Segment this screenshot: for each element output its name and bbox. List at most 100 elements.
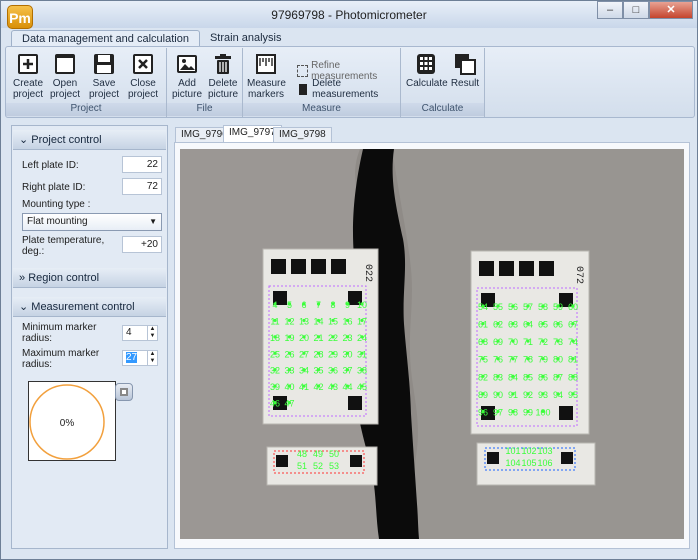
left-plate-bottom-marker — [276, 455, 288, 467]
right-plate-marker-label: 88 — [568, 372, 578, 382]
stop-icon — [120, 388, 128, 396]
right-plate-marker-label: 57 — [523, 302, 533, 312]
left-plate-marker-label: 39 — [270, 382, 280, 392]
left-plate-marker-label: 37 — [342, 366, 352, 376]
left-plate-bottom-label: 52 — [313, 461, 323, 471]
right-plate-marker-label: 78 — [523, 355, 533, 365]
left-plate-marker-label: 34 — [299, 366, 309, 376]
right-plate-marker-label: 83 — [493, 372, 503, 382]
region-control-header[interactable]: » Region control — [13, 268, 166, 288]
right-plate-marker-label: 82 — [478, 372, 488, 382]
right-plate-marker-label: 63 — [508, 320, 518, 330]
project-group: Create project Open project Save project… — [6, 48, 167, 117]
tab-strain-analysis[interactable]: Strain analysis — [200, 30, 292, 47]
left-plate-bottom-label: 53 — [329, 461, 339, 471]
left-plate-field[interactable]: 22 — [122, 156, 162, 173]
max-radius-spinner[interactable]: 27 ▲ ▼ — [122, 350, 158, 366]
close-button[interactable]: ✕ — [649, 1, 693, 19]
left-plate-marker-label: 38 — [357, 366, 367, 376]
open-project-label: Open project — [49, 78, 80, 100]
left-plate-marker-label: 25 — [270, 349, 280, 359]
image-viewer: IMG_9796 IMG_9797 IMG_9798 022 4 5 6 7 8 9 10 11… — [173, 125, 693, 550]
add-picture-button[interactable]: Add picture — [170, 52, 204, 100]
right-plate-marker-label: 66 — [553, 320, 563, 330]
left-plate-marker-label: 9 — [345, 300, 350, 310]
left-plate-marker-label: 45 — [357, 382, 367, 392]
measure-group: Measure markers Refine measurements Dele… — [243, 48, 401, 117]
measurement-control-title: Measurement control — [31, 301, 135, 313]
right-plate-marker-label: 80 — [553, 355, 563, 365]
min-radius-spinner[interactable]: 4 ▲ ▼ — [122, 325, 158, 341]
left-plate-id: 022 — [362, 264, 373, 282]
right-plate-marker-label: 60 — [568, 302, 578, 312]
left-plate-marker-label: 22 — [328, 333, 338, 343]
spinner-arrows-icon[interactable]: ▲ ▼ — [147, 351, 157, 365]
left-plate-marker-label: 16 — [342, 316, 352, 326]
open-project-button[interactable]: Open project — [48, 52, 82, 100]
left-plate-marker-label: 14 — [313, 316, 323, 326]
photo-canvas[interactable]: 0224 5 6 7 8 9 1011 12 13 14 15 16 1718 19 20 21 22 23 242… — [180, 149, 684, 539]
left-plate-top-marker — [311, 259, 326, 274]
left-plate-marker-label: 13 — [299, 316, 309, 326]
delete-picture-button[interactable]: Delete picture — [206, 52, 240, 100]
dropdown-arrow-icon: ▼ — [149, 217, 157, 226]
left-plate-marker-label: 10 — [357, 300, 367, 310]
save-project-button[interactable]: Save project — [87, 52, 121, 100]
close-project-button[interactable]: Close project — [126, 52, 160, 100]
left-plate-marker-label: 29 — [328, 349, 338, 359]
left-plate-marker-label: 21 — [313, 333, 323, 343]
left-plate-marker-label: 11 — [270, 316, 279, 326]
right-plate-bottom-label: 106 — [537, 458, 552, 468]
image-tab-9798[interactable]: IMG_9798 — [273, 127, 332, 143]
delete-measurements-button[interactable]: Delete measurements — [297, 78, 400, 100]
progress-box: 0% — [28, 381, 116, 461]
temperature-field[interactable]: +20 — [122, 236, 162, 253]
right-plate-bottom-label: 102 — [521, 446, 536, 456]
right-plate-marker-label: 100 — [535, 407, 550, 417]
left-plate-marker-label: 35 — [313, 366, 323, 376]
result-label: Result — [450, 78, 480, 89]
right-plate-marker-label: 67 — [568, 320, 578, 330]
stop-button[interactable] — [115, 383, 133, 401]
result-button[interactable]: Result — [448, 52, 482, 89]
right-plate-bottom-label: 104 — [505, 458, 520, 468]
left-plate-top-marker — [331, 259, 346, 274]
right-plate-bottom-marker — [487, 452, 499, 464]
left-plate-bottom-label: 51 — [297, 461, 307, 471]
result-icon — [455, 54, 476, 75]
right-plate-id: 072 — [573, 266, 584, 284]
left-plate-marker-label: 41 — [299, 382, 309, 392]
measurement-control-header[interactable]: ⌄ Measurement control — [13, 297, 166, 317]
right-plate-marker-label: 86 — [538, 372, 548, 382]
project-control-header[interactable]: ⌄ Project control — [13, 130, 166, 150]
left-plate-marker-label: 36 — [328, 366, 338, 376]
create-project-button[interactable]: Create project — [11, 52, 45, 100]
add-picture-icon — [177, 55, 197, 73]
spinner-arrows-icon[interactable]: ▲ ▼ — [147, 326, 157, 340]
window-title: 97969798 - Photomicrometer — [271, 8, 427, 22]
left-plate-bottom-label: 50 — [329, 449, 339, 459]
right-plate-marker-label: 72 — [538, 337, 548, 347]
add-picture-label: Add picture — [171, 78, 202, 100]
left-plate-marker-label: 40 — [284, 382, 294, 392]
left-plate-marker-label: 17 — [357, 316, 367, 326]
right-plate-marker-label: 97 — [493, 407, 503, 417]
left-plate-marker-label: 5 — [287, 300, 292, 310]
progress-text: 0% — [60, 418, 75, 429]
calculate-label: Calculate — [406, 78, 448, 89]
tab-data-management[interactable]: Data management and calculation — [11, 30, 200, 47]
calculate-button[interactable]: Calculate — [406, 52, 448, 89]
measure-markers-button[interactable]: Measure markers — [247, 52, 286, 100]
right-plate-marker-label: 94 — [553, 390, 563, 400]
right-plate-marker-label: 62 — [493, 320, 503, 330]
maximize-button[interactable]: □ — [623, 1, 649, 19]
ribbon-tabs: Data management and calculation Strain a… — [11, 30, 292, 47]
right-plate-marker-label: 79 — [538, 355, 548, 365]
mounting-type-select[interactable]: Flat mounting ▼ — [22, 213, 162, 231]
right-plate-field[interactable]: 72 — [122, 178, 162, 195]
left-plate-label: Left plate ID: — [22, 160, 79, 171]
save-project-icon — [94, 54, 114, 74]
right-plate-top-marker — [499, 261, 514, 276]
minimize-button[interactable]: – — [597, 1, 623, 19]
left-plate-marker-label: 33 — [284, 366, 294, 376]
